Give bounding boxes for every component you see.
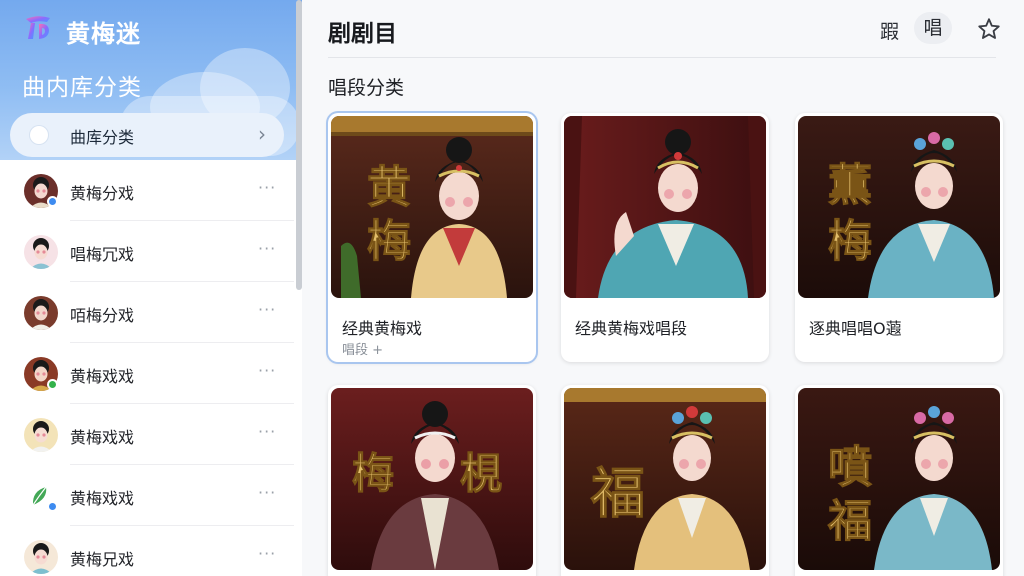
sidebar-item-label: 咟梅分戏 [70, 306, 135, 325]
opera-card[interactable]: 噴福 [795, 385, 1003, 576]
calligraphy-char: 梅 [352, 449, 394, 498]
more-icon[interactable]: ··· [258, 422, 276, 441]
status-badge [47, 501, 58, 512]
calligraphy-char: 福 [827, 496, 872, 547]
sidebar-section-title: 曲内库分类 [22, 75, 142, 101]
status-badge [47, 196, 58, 207]
opera-card[interactable]: 薫梅 逐典唱唱O蕸 [795, 113, 1003, 362]
card-image: 黄梅 [331, 116, 533, 298]
sidebar-item[interactable]: 黄梅戏戏 ··· [0, 404, 302, 465]
sidebar-item[interactable]: 咟梅分戏 ··· [0, 282, 302, 343]
opera-card[interactable]: 梅梘 [328, 385, 536, 576]
sidebar: 黄梅迷 曲内库分类 曲库分类 › 黄梅分戏 ··· 唱梅冗戏 ··· 咟梅分戏 … [0, 0, 302, 576]
sidebar-item-label: 曲库分类 [70, 128, 135, 147]
more-icon[interactable]: ··· [258, 361, 276, 380]
opera-card[interactable]: 经典黄梅戏唱段 [561, 113, 769, 362]
sidebar-item[interactable]: 黄梅戏戏 ··· [0, 343, 302, 404]
calligraphy-char: 福 [590, 461, 645, 525]
sidebar-item[interactable]: 黄梅兄戏 ··· [0, 526, 302, 576]
card-image [564, 116, 766, 298]
card-image: 噴福 [798, 388, 1000, 570]
divider [328, 57, 996, 58]
radio-dot-icon [30, 126, 48, 144]
star-icon[interactable] [976, 16, 1002, 42]
calligraphy-char: 噴 [828, 442, 872, 493]
calligraphy-char: 梘 [460, 449, 502, 498]
card-image: 薫梅 [798, 116, 1000, 298]
chevron-right-icon: › [258, 122, 266, 146]
page-title: 剧剧目 [328, 21, 397, 47]
more-icon[interactable]: ··· [258, 300, 276, 319]
calligraphy-char: 黄 [367, 162, 411, 213]
header-action-button[interactable]: 唱 [914, 12, 952, 44]
card-title: 经典黄梅戏 [342, 319, 423, 338]
app-logo-icon [26, 16, 50, 39]
section-heading: 唱段分类 [328, 77, 405, 99]
calligraphy-char: 梅 [367, 216, 411, 267]
sidebar-item-label: 黄梅戏戏 [70, 428, 135, 447]
avatar [24, 540, 58, 574]
sidebar-item-label: 唱梅冗戏 [70, 245, 135, 264]
avatar [24, 296, 58, 330]
avatar [24, 235, 58, 269]
sidebar-item-label: 黄梅分戏 [70, 184, 135, 203]
sidebar-item[interactable]: 唱梅冗戏 ··· [0, 221, 302, 282]
more-icon[interactable]: ··· [258, 178, 276, 197]
opera-card[interactable]: 福 [561, 385, 769, 576]
sidebar-header: 黄梅迷 曲内库分类 曲库分类 › [0, 0, 302, 160]
opera-card[interactable]: 黄梅 经典黄梅戏 唱段 + [328, 113, 536, 362]
card-subtitle: 唱段 + [342, 343, 384, 358]
more-icon[interactable]: ··· [258, 483, 276, 502]
card-image: 梅梘 [331, 388, 533, 570]
sidebar-item-active[interactable]: 曲库分类 › [10, 113, 284, 157]
avatar [24, 418, 58, 452]
sidebar-item-label: 黄梅戏戏 [70, 367, 135, 386]
app-title: 黄梅迷 [66, 20, 141, 48]
sidebar-item-label: 黄梅戏戏 [70, 489, 135, 508]
more-icon[interactable]: ··· [258, 239, 276, 258]
calligraphy-char: 梅 [828, 216, 872, 267]
sidebar-item[interactable]: 黄梅分戏 ··· [0, 160, 302, 221]
card-image: 福 [564, 388, 766, 570]
card-title: 逐典唱唱O蕸 [809, 319, 902, 338]
calligraphy-char: 薫 [828, 160, 872, 211]
main-content: 剧剧目 䠍 唱 唱段分类 黄梅 经典黄梅戏 唱段 + 经典黄梅戏唱段 薫 梅 逐… [302, 0, 1024, 576]
sidebar-list: 黄梅分戏 ··· 唱梅冗戏 ··· 咟梅分戏 ··· 黄梅戏戏 ··· 黄梅戏戏… [0, 160, 302, 576]
sidebar-item-label: 黄梅兄戏 [70, 550, 135, 569]
card-title: 经典黄梅戏唱段 [575, 319, 688, 338]
more-icon[interactable]: ··· [258, 544, 276, 563]
header-action-button[interactable]: 䠍 [880, 17, 899, 44]
sidebar-item[interactable]: 黄梅戏戏 ··· [0, 465, 302, 526]
status-badge [47, 379, 58, 390]
